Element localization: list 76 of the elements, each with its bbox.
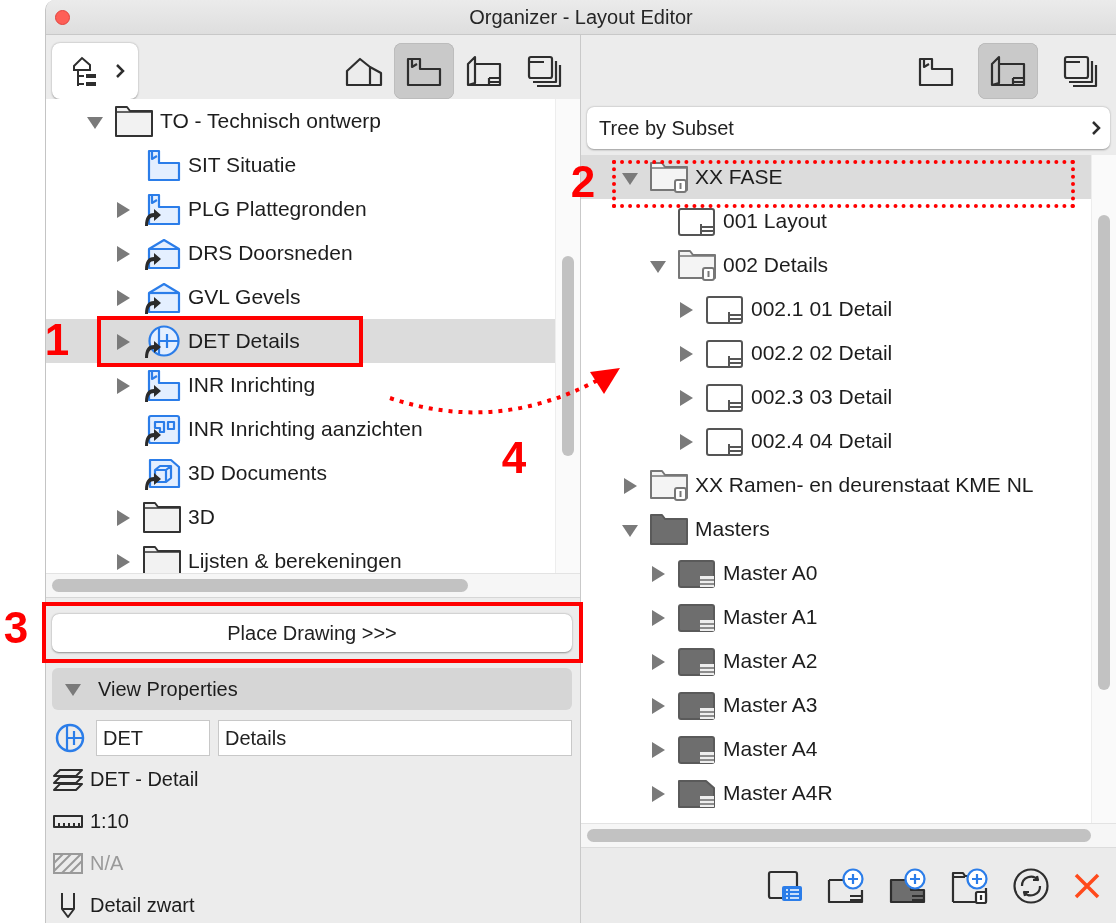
- folder-icon: [649, 468, 689, 502]
- disclosure-triangle-icon[interactable]: [114, 377, 132, 395]
- disclosure-triangle-icon[interactable]: [649, 609, 667, 627]
- place-drawing-button[interactable]: Place Drawing >>>: [52, 614, 572, 652]
- property-value: DET - Detail: [90, 767, 199, 791]
- tree-item[interactable]: Master A3: [581, 683, 826, 727]
- annotation-number: 3: [3, 606, 29, 650]
- tree-item[interactable]: 002.4 04 Detail: [581, 419, 901, 463]
- property-value: 1:10: [90, 809, 129, 833]
- id-field[interactable]: DET: [96, 720, 210, 756]
- disclosure-triangle-icon[interactable]: [649, 565, 667, 583]
- toolbar-button[interactable]: [394, 43, 454, 99]
- add-sheet-icon[interactable]: [826, 867, 866, 904]
- disclosure-triangle-icon[interactable]: [649, 697, 667, 715]
- horizontal-scrollbar[interactable]: [587, 829, 1091, 842]
- disclosure-triangle-icon[interactable]: [114, 289, 132, 307]
- sheet-icon: [464, 54, 504, 88]
- tree-item[interactable]: Lijsten & berekeningen: [46, 539, 410, 573]
- folder-icon: [649, 512, 689, 546]
- tree-item[interactable]: 3D: [46, 495, 223, 539]
- add-folder-icon[interactable]: [950, 867, 990, 904]
- tree-item[interactable]: SIT Situatie: [46, 143, 305, 187]
- disclosure-triangle-icon[interactable]: [649, 741, 667, 759]
- folder-icon: [114, 104, 154, 138]
- tree-mode-dropdown[interactable]: Tree by Subset: [587, 107, 1110, 149]
- property-value: N/A: [90, 851, 124, 875]
- tree-item[interactable]: Master A2: [581, 639, 826, 683]
- disclosure-triangle-icon[interactable]: [677, 345, 695, 363]
- tree-item[interactable]: 002.3 03 Detail: [581, 375, 901, 419]
- tree-item[interactable]: Master A4: [581, 727, 826, 771]
- tree-item[interactable]: GVL Gevels: [46, 275, 309, 319]
- disclosure-triangle-icon[interactable]: [649, 785, 667, 803]
- disclosure-triangle-icon[interactable]: [677, 389, 695, 407]
- vertical-scrollbar[interactable]: [562, 256, 574, 456]
- disclosure-triangle-icon[interactable]: [114, 245, 132, 263]
- disclosure-triangle-icon[interactable]: [677, 433, 695, 451]
- tree-item[interactable]: Master A4R: [581, 771, 841, 815]
- tree-item[interactable]: 3D Documents: [46, 451, 335, 495]
- folder-icon: [677, 248, 717, 282]
- add-dark-sheet-icon[interactable]: [888, 867, 928, 904]
- tree-item[interactable]: DRS Doorsneden: [46, 231, 361, 275]
- horizontal-scrollbar[interactable]: [52, 579, 468, 592]
- toolbar-button[interactable]: [978, 43, 1038, 99]
- chevron-right-icon: [1090, 119, 1102, 137]
- tree-item[interactable]: 002.2 02 Detail: [581, 331, 901, 375]
- view-properties-header[interactable]: View Properties: [52, 668, 572, 710]
- disclosure-triangle-icon[interactable]: [621, 477, 639, 495]
- annotation-number: 1: [44, 318, 70, 362]
- chevron-right-icon: [114, 62, 126, 80]
- window-title: Organizer - Layout Editor: [468, 5, 694, 29]
- tree-item[interactable]: INR Inrichting aanzichten: [46, 407, 431, 451]
- disclosure-triangle-icon[interactable]: [114, 201, 132, 219]
- disclosure-triangle-icon[interactable]: [677, 301, 695, 319]
- vertical-scrollbar[interactable]: [1098, 215, 1110, 690]
- tree-item[interactable]: XX Ramen- en deurenstaat KME NL: [581, 463, 1042, 507]
- tree-item[interactable]: 002.1 01 Detail: [581, 287, 901, 331]
- folder-icon: [142, 500, 182, 534]
- disclosure-triangle-icon[interactable]: [114, 333, 132, 351]
- tree-item[interactable]: 002 Details: [581, 243, 837, 287]
- disclosure-triangle-icon[interactable]: [649, 653, 667, 671]
- tree-item[interactable]: Masters: [581, 507, 778, 551]
- sheet-icon: [988, 54, 1028, 88]
- tree-item[interactable]: INR Inrichting: [46, 363, 324, 407]
- tree-item[interactable]: PLG Plattegronden: [46, 187, 375, 231]
- disclosure-triangle-icon[interactable]: [114, 553, 132, 571]
- property-value: Detail zwart: [90, 893, 195, 917]
- name-field[interactable]: Details: [218, 720, 572, 756]
- refresh-icon[interactable]: [1012, 866, 1050, 905]
- close-button[interactable]: [55, 9, 70, 25]
- disclosure-triangle-icon[interactable]: [114, 509, 132, 527]
- tree-item[interactable]: TO - Technisch ontwerp: [46, 99, 389, 143]
- folder-icon: [649, 160, 689, 194]
- tree-item[interactable]: Master A1: [581, 595, 826, 639]
- annotation-number: 4: [501, 436, 527, 480]
- navigator-button[interactable]: [52, 43, 138, 99]
- tree-item[interactable]: Master A0: [581, 551, 826, 595]
